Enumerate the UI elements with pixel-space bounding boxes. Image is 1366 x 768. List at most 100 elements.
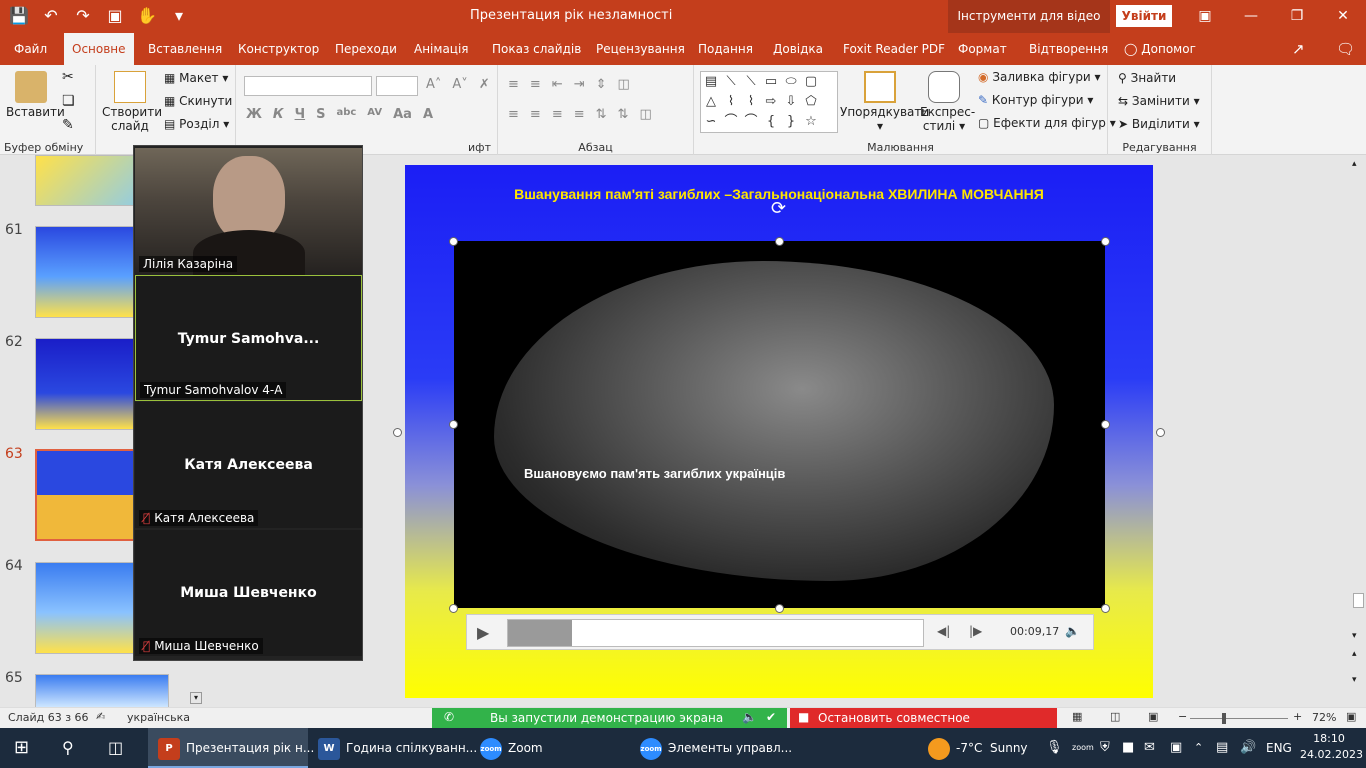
participant-tile[interactable]: Лілія Казаріна [135,148,362,276]
microphone-icon[interactable]: 🎙 [1046,728,1063,768]
section-button[interactable]: ▤ Розділ ▾ [164,117,229,131]
volume-icon[interactable]: 🔈 [1065,624,1080,638]
redo-icon[interactable]: ↷ [72,6,94,25]
taskbar-app-zoom[interactable]: zoom Zoom [480,728,630,768]
line-shape-icon[interactable]: ⟍ [741,72,761,92]
zoom-tray-icon[interactable]: zoom [1072,728,1094,768]
participant-tile[interactable]: Миша Шевченко 🎙̸ Миша Шевченко [135,530,362,656]
strikethrough-icon[interactable]: abc [336,107,356,122]
zoom-out-icon[interactable]: − [1178,710,1187,723]
comments-icon[interactable]: 🗨 [1328,33,1363,65]
volume-icon[interactable]: 🔊 [1240,728,1256,768]
rounded-rect-shape-icon[interactable]: ▢ [801,72,821,92]
textbox-shape-icon[interactable]: ▤ [701,72,721,92]
save-icon[interactable]: 💾 [8,6,30,25]
zoom-slider[interactable] [1190,718,1288,719]
editor-scrollbar[interactable]: ▴ ▾ ▴ ▾ [1350,155,1366,708]
participant-tile-active[interactable]: Tymur Samohva... Tymur Samohvalov 4-А [135,275,362,401]
tab-slideshow[interactable]: Показ слайдів [484,33,589,65]
replace-button[interactable]: ⇆ Замінити ▾ [1118,94,1200,108]
increase-indent-icon[interactable]: ⇥ [574,77,585,92]
zoom-level[interactable]: 72% [1312,711,1336,724]
spellcheck-icon[interactable]: ✍ [96,710,105,723]
line-shape-icon[interactable]: ⟍ [721,72,741,92]
scroll-down-icon[interactable]: ▾ [1352,631,1357,641]
participant-tile[interactable]: Катя Алексеева 🎙̸ Катя Алексеева [135,402,362,528]
slide-thumbnail[interactable] [35,674,169,708]
show-hidden-icons[interactable]: ⌃ [1194,728,1203,768]
resize-handle[interactable] [1101,237,1110,246]
scroll-thumb[interactable] [1353,593,1364,608]
language-indicator[interactable]: українська [127,711,190,724]
shadow-icon[interactable]: S [316,107,325,122]
paste-button[interactable]: Вставити [6,71,65,119]
font-color-icon[interactable]: A [423,107,433,122]
undo-icon[interactable]: ↶ [40,6,62,25]
spacing-icon[interactable]: AV [367,107,382,122]
zoom-slider-thumb[interactable] [1222,713,1226,724]
tab-design[interactable]: Конструктор [230,33,327,65]
tab-animations[interactable]: Анімація [406,33,477,65]
triangle-shape-icon[interactable]: △ [701,92,721,112]
connector-shape-icon[interactable]: ⌇ [721,92,741,112]
shapes-gallery[interactable]: ▤ ⟍ ⟍ ▭ ⬭ ▢ △ ⌇ ⌇ ⇨ ⇩ ⬠ ∽ ⌒ ⌒ { } ☆ [700,71,838,133]
taskbar-app-word[interactable]: W Година спілкуванн... [318,728,477,768]
connector-shape-icon[interactable]: ⌇ [741,92,761,112]
chat-tray-icon[interactable]: ✉ [1144,728,1155,768]
layout-button[interactable]: ▦ Макет ▾ [164,71,228,85]
normal-view-icon[interactable]: ▦ [1072,710,1082,723]
tab-transitions[interactable]: Переходи [327,33,405,65]
font-name-input[interactable] [244,76,372,96]
reset-button[interactable]: ▦ Скинути [164,94,232,108]
touch-mode-icon[interactable]: ✋ [136,6,158,25]
arrange-button[interactable]: Упорядкувати ▾ [840,71,929,133]
skip-forward-icon[interactable]: |▶ [969,624,982,638]
align-center-icon[interactable]: ≡ [530,107,541,122]
tab-playback[interactable]: Відтворення [1021,33,1116,65]
tab-home[interactable]: Основне [64,33,134,65]
select-button[interactable]: ➤ Виділити ▾ [1118,117,1200,131]
bold-icon[interactable]: Ж [246,107,262,122]
tab-foxit[interactable]: Foxit Reader PDF [835,33,953,65]
curve-shape-icon[interactable]: ⌒ [721,112,741,132]
italic-icon[interactable]: К [273,107,284,122]
tab-tell-me[interactable]: ◯ Допомог [1116,33,1204,65]
rectangle-shape-icon[interactable]: ▭ [761,72,781,92]
resize-handle[interactable] [449,604,458,613]
app-tray-icon[interactable]: ■ [1122,728,1134,768]
customize-qat-icon[interactable]: ▾ [168,6,190,25]
close-icon[interactable]: ✕ [1320,0,1366,33]
network-icon[interactable]: ▤ [1216,728,1228,768]
brace-right-shape-icon[interactable]: } [781,112,801,132]
fit-slide-icon[interactable]: ▣ [1346,710,1356,723]
text-direction-icon[interactable]: ⇅ [596,107,607,122]
freeform-shape-icon[interactable]: ∽ [701,112,721,132]
share-icon[interactable]: ↗ [1284,33,1313,65]
underline-icon[interactable]: Ч [295,107,306,122]
slide-placeholder-handle[interactable] [1156,428,1165,437]
weather-widget[interactable]: -7°C Sunny [928,728,1028,768]
play-icon[interactable]: ▶ [477,623,495,643]
oval-shape-icon[interactable]: ⬭ [781,72,801,92]
copy-icon[interactable]: ❏ [62,93,75,109]
justify-icon[interactable]: ≡ [574,107,585,122]
screen-tray-icon[interactable]: ▣ [1170,728,1182,768]
zoom-in-icon[interactable]: + [1293,710,1302,723]
minimize-icon[interactable]: — [1228,0,1274,33]
rotate-handle-icon[interactable]: ⟳ [771,198,786,219]
clock[interactable]: 18:10 24.02.2023 [1300,732,1363,761]
format-painter-icon[interactable]: ✎ [62,117,74,133]
new-slide-button[interactable]: Створити слайд [102,71,162,133]
grow-font-icon[interactable]: A˄ [426,77,441,92]
clear-formatting-icon[interactable]: ✗ [479,77,490,92]
task-view-icon[interactable]: ◫ [108,728,123,768]
bullets-icon[interactable]: ≡ [508,77,519,92]
tab-view[interactable]: Подання [690,33,761,65]
ribbon-display-icon[interactable]: ▣ [1182,0,1228,33]
scroll-up-icon[interactable]: ▴ [1352,159,1357,169]
input-language[interactable]: ENG [1266,728,1292,768]
right-arrow-shape-icon[interactable]: ⇨ [761,92,781,112]
resize-handle[interactable] [449,420,458,429]
restore-icon[interactable]: ❐ [1274,0,1320,33]
quick-styles-button[interactable]: Експрес- стилі ▾ [920,71,975,133]
